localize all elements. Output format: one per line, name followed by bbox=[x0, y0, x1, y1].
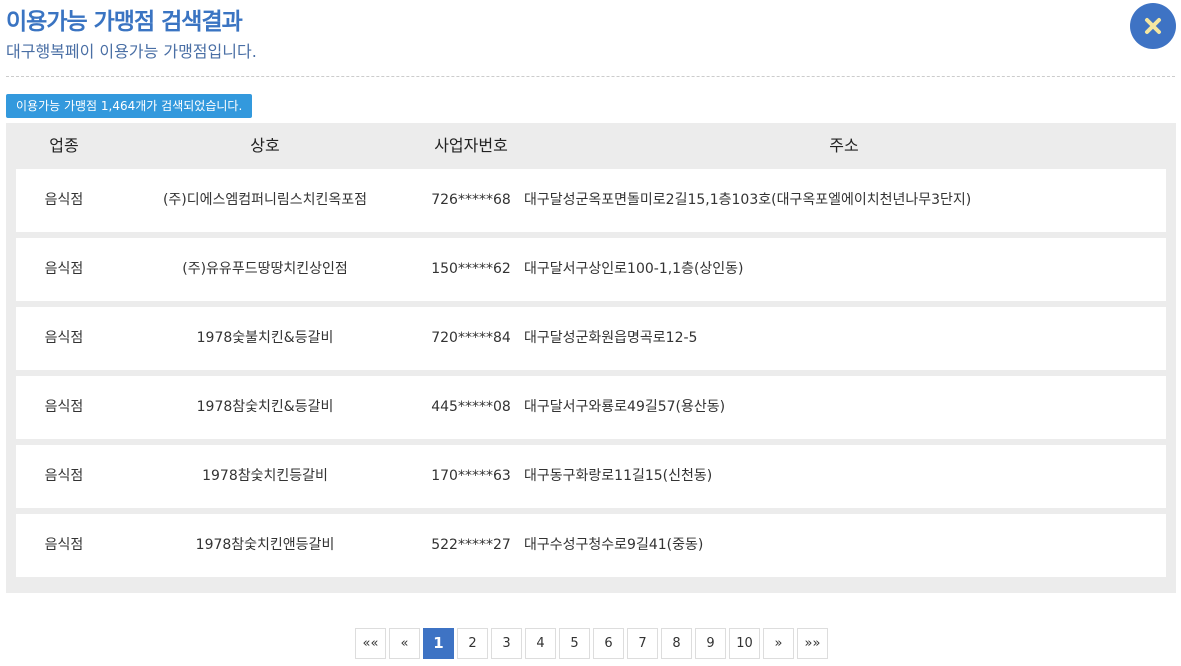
table-row[interactable]: 음식점 1978참숯치킨앤등갈비 522*****27 대구수성구청수로9길41… bbox=[16, 514, 1166, 577]
page-5-button[interactable]: 5 bbox=[559, 628, 590, 659]
table-row[interactable]: 음식점 1978참숯치킨등갈비 170*****63 대구동구화랑로11길15(… bbox=[16, 445, 1166, 508]
cell-biz-no: 150*****62 bbox=[431, 261, 511, 277]
cell-category: 음식점 bbox=[44, 468, 84, 484]
page-9-button[interactable]: 9 bbox=[695, 628, 726, 659]
page-title: 이용가능 가맹점 검색결과 bbox=[6, 9, 243, 35]
page-3-button[interactable]: 3 bbox=[491, 628, 522, 659]
cell-address: 대구동구화랑로11길15(신천동) bbox=[524, 468, 713, 484]
table-body: 음식점 (주)디에스엠컴퍼니림스치킨옥포점 726*****68 대구달성군옥포… bbox=[16, 169, 1166, 583]
table-row[interactable]: 음식점 1978숯불치킨&등갈비 720*****84 대구달성군화원읍명곡로1… bbox=[16, 307, 1166, 370]
table-row[interactable]: 음식점 1978참숯치킨&등갈비 445*****08 대구달서구와룡로49길5… bbox=[16, 376, 1166, 439]
table-header: 업종 상호 사업자번호 주소 bbox=[6, 123, 1176, 169]
cell-address: 대구달서구와룡로49길57(용산동) bbox=[524, 399, 726, 415]
header-biz-no: 사업자번호 bbox=[434, 136, 508, 155]
header-divider bbox=[6, 76, 1175, 77]
cell-name: 1978참숯치킨앤등갈비 bbox=[195, 537, 335, 553]
page-8-button[interactable]: 8 bbox=[661, 628, 692, 659]
close-button[interactable] bbox=[1130, 3, 1176, 49]
cell-name: (주)디에스엠컴퍼니림스치킨옥포점 bbox=[162, 192, 368, 208]
pagination: «« « 1 2 3 4 5 6 7 8 9 10 » »» bbox=[0, 628, 1181, 659]
header-address: 주소 bbox=[829, 136, 859, 155]
page-subtitle: 대구행복페이 이용가능 가맹점입니다. bbox=[6, 42, 257, 61]
cell-category: 음식점 bbox=[44, 537, 84, 553]
cell-name: 1978숯불치킨&등갈비 bbox=[196, 330, 334, 346]
cell-biz-no: 445*****08 bbox=[431, 399, 511, 415]
cell-biz-no: 522*****27 bbox=[431, 537, 511, 553]
cell-name: (주)유유푸드땅땅치킨상인점 bbox=[182, 261, 348, 277]
cell-category: 음식점 bbox=[44, 399, 84, 415]
page-4-button[interactable]: 4 bbox=[525, 628, 556, 659]
cell-category: 음식점 bbox=[44, 330, 84, 346]
cell-category: 음식점 bbox=[44, 192, 84, 208]
table-row[interactable]: 음식점 (주)디에스엠컴퍼니림스치킨옥포점 726*****68 대구달성군옥포… bbox=[16, 169, 1166, 232]
cell-biz-no: 170*****63 bbox=[431, 468, 511, 484]
page-6-button[interactable]: 6 bbox=[593, 628, 624, 659]
cell-address: 대구달성군옥포면돌미로2길15,1층103호(대구옥포엘에이치천년나무3단지) bbox=[524, 192, 972, 208]
cell-address: 대구수성구청수로9길41(중동) bbox=[524, 537, 704, 553]
cell-name: 1978참숯치킨&등갈비 bbox=[196, 399, 334, 415]
cell-address: 대구달성군화원읍명곡로12-5 bbox=[524, 330, 698, 346]
results-table: 업종 상호 사업자번호 주소 음식점 (주)디에스엠컴퍼니림스치킨옥포점 726… bbox=[6, 123, 1176, 593]
page-last-button[interactable]: »» bbox=[797, 628, 828, 659]
table-row[interactable]: 음식점 (주)유유푸드땅땅치킨상인점 150*****62 대구달서구상인로10… bbox=[16, 238, 1166, 301]
cell-category: 음식점 bbox=[44, 261, 84, 277]
page-10-button[interactable]: 10 bbox=[729, 628, 760, 659]
result-count-badge: 이용가능 가맹점 1,464개가 검색되었습니다. bbox=[6, 94, 253, 118]
page-7-button[interactable]: 7 bbox=[627, 628, 658, 659]
page-2-button[interactable]: 2 bbox=[457, 628, 488, 659]
header-category: 업종 bbox=[49, 136, 79, 155]
page-first-button[interactable]: «« bbox=[355, 628, 386, 659]
page-next-button[interactable]: » bbox=[763, 628, 794, 659]
cell-biz-no: 720*****84 bbox=[431, 330, 511, 346]
header-name: 상호 bbox=[250, 136, 280, 155]
cell-address: 대구달서구상인로100-1,1층(상인동) bbox=[524, 261, 744, 277]
cell-biz-no: 726*****68 bbox=[431, 192, 511, 208]
page-1-button[interactable]: 1 bbox=[423, 628, 454, 659]
page-prev-button[interactable]: « bbox=[389, 628, 420, 659]
cell-name: 1978참숯치킨등갈비 bbox=[202, 468, 328, 484]
close-icon bbox=[1145, 18, 1161, 34]
